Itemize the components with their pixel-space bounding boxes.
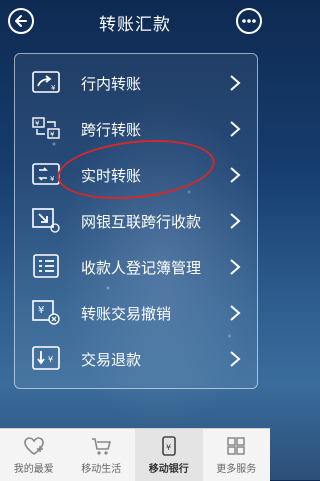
svg-text:¥: ¥ bbox=[50, 131, 55, 139]
receive-download-icon bbox=[32, 208, 60, 233]
chevron-right-icon bbox=[230, 167, 241, 183]
tab-favorites[interactable]: 我的最爱 bbox=[0, 429, 68, 481]
svg-text:¥: ¥ bbox=[35, 120, 40, 128]
chevron-right-icon bbox=[230, 75, 241, 91]
svg-text:¥: ¥ bbox=[38, 305, 44, 316]
menu-item-label: 行内转账 bbox=[81, 75, 142, 93]
svg-text:¥: ¥ bbox=[48, 355, 53, 364]
heart-icon bbox=[23, 437, 44, 455]
menu-item-label: 网银互联跨行收款 bbox=[81, 213, 202, 231]
menu-item-label: 收款人登记簿管理 bbox=[81, 259, 202, 277]
tab-more-services[interactable]: 更多服务 bbox=[203, 429, 271, 481]
chevron-right-icon bbox=[230, 305, 241, 321]
bottom-tab-bar: 我的最爱 移动生活 ¥ 移动银行 更多服务 bbox=[0, 428, 270, 481]
header: 转账汇款 bbox=[0, 0, 270, 44]
svg-text:¥: ¥ bbox=[166, 443, 171, 452]
tab-label: 移动银行 bbox=[148, 464, 189, 475]
menu-item-interbank-receive[interactable]: 网银互联跨行收款 bbox=[15, 198, 257, 244]
arrow-left-icon bbox=[15, 15, 27, 27]
menu-item-label: 跨行转账 bbox=[81, 121, 142, 139]
svg-text:¥: ¥ bbox=[51, 84, 56, 92]
chevron-right-icon bbox=[230, 121, 241, 137]
grid-icon bbox=[227, 437, 245, 455]
mobile-bank-icon: ¥ bbox=[161, 436, 176, 456]
cart-icon bbox=[92, 438, 112, 455]
menu-item-label: 交易退款 bbox=[81, 351, 142, 369]
menu-item-label: 转账交易撤销 bbox=[81, 305, 172, 323]
cross-bank-icon: ¥¥ bbox=[32, 117, 60, 139]
payee-book-icon bbox=[33, 254, 59, 278]
tab-label: 移动生活 bbox=[81, 464, 122, 475]
menu-item-intrabank-transfer[interactable]: ¥ 行内转账 bbox=[15, 60, 257, 106]
transfer-arrow-icon: ¥ bbox=[32, 71, 60, 93]
menu-item-cancel-transfer[interactable]: ¥ 转账交易撤销 bbox=[15, 290, 257, 336]
more-dots-icon bbox=[242, 19, 256, 23]
tab-label: 我的最爱 bbox=[13, 464, 54, 475]
chevron-right-icon bbox=[230, 213, 241, 229]
back-button[interactable] bbox=[8, 8, 34, 34]
svg-text:¥: ¥ bbox=[50, 175, 55, 183]
refund-icon: ¥ bbox=[32, 346, 60, 370]
cancel-transfer-icon: ¥ bbox=[32, 300, 60, 325]
tab-mobile-life[interactable]: 移动生活 bbox=[68, 429, 136, 481]
chevron-right-icon bbox=[230, 351, 241, 367]
page-title: 转账汇款 bbox=[99, 14, 171, 35]
transfer-menu-panel: ¥ 行内转账 ¥ ¥ 跨行转账 ¥ 实时转账 网银互联跨行收款 收款人登记簿管理… bbox=[14, 53, 258, 389]
menu-item-payee-book[interactable]: 收款人登记簿管理 bbox=[15, 244, 257, 290]
menu-item-refund[interactable]: ¥ 交易退款 bbox=[15, 336, 257, 382]
more-button[interactable] bbox=[236, 8, 262, 34]
tab-label: 更多服务 bbox=[216, 464, 257, 475]
chevron-right-icon bbox=[230, 259, 241, 275]
tab-mobile-bank[interactable]: ¥ 移动银行 bbox=[135, 429, 203, 481]
